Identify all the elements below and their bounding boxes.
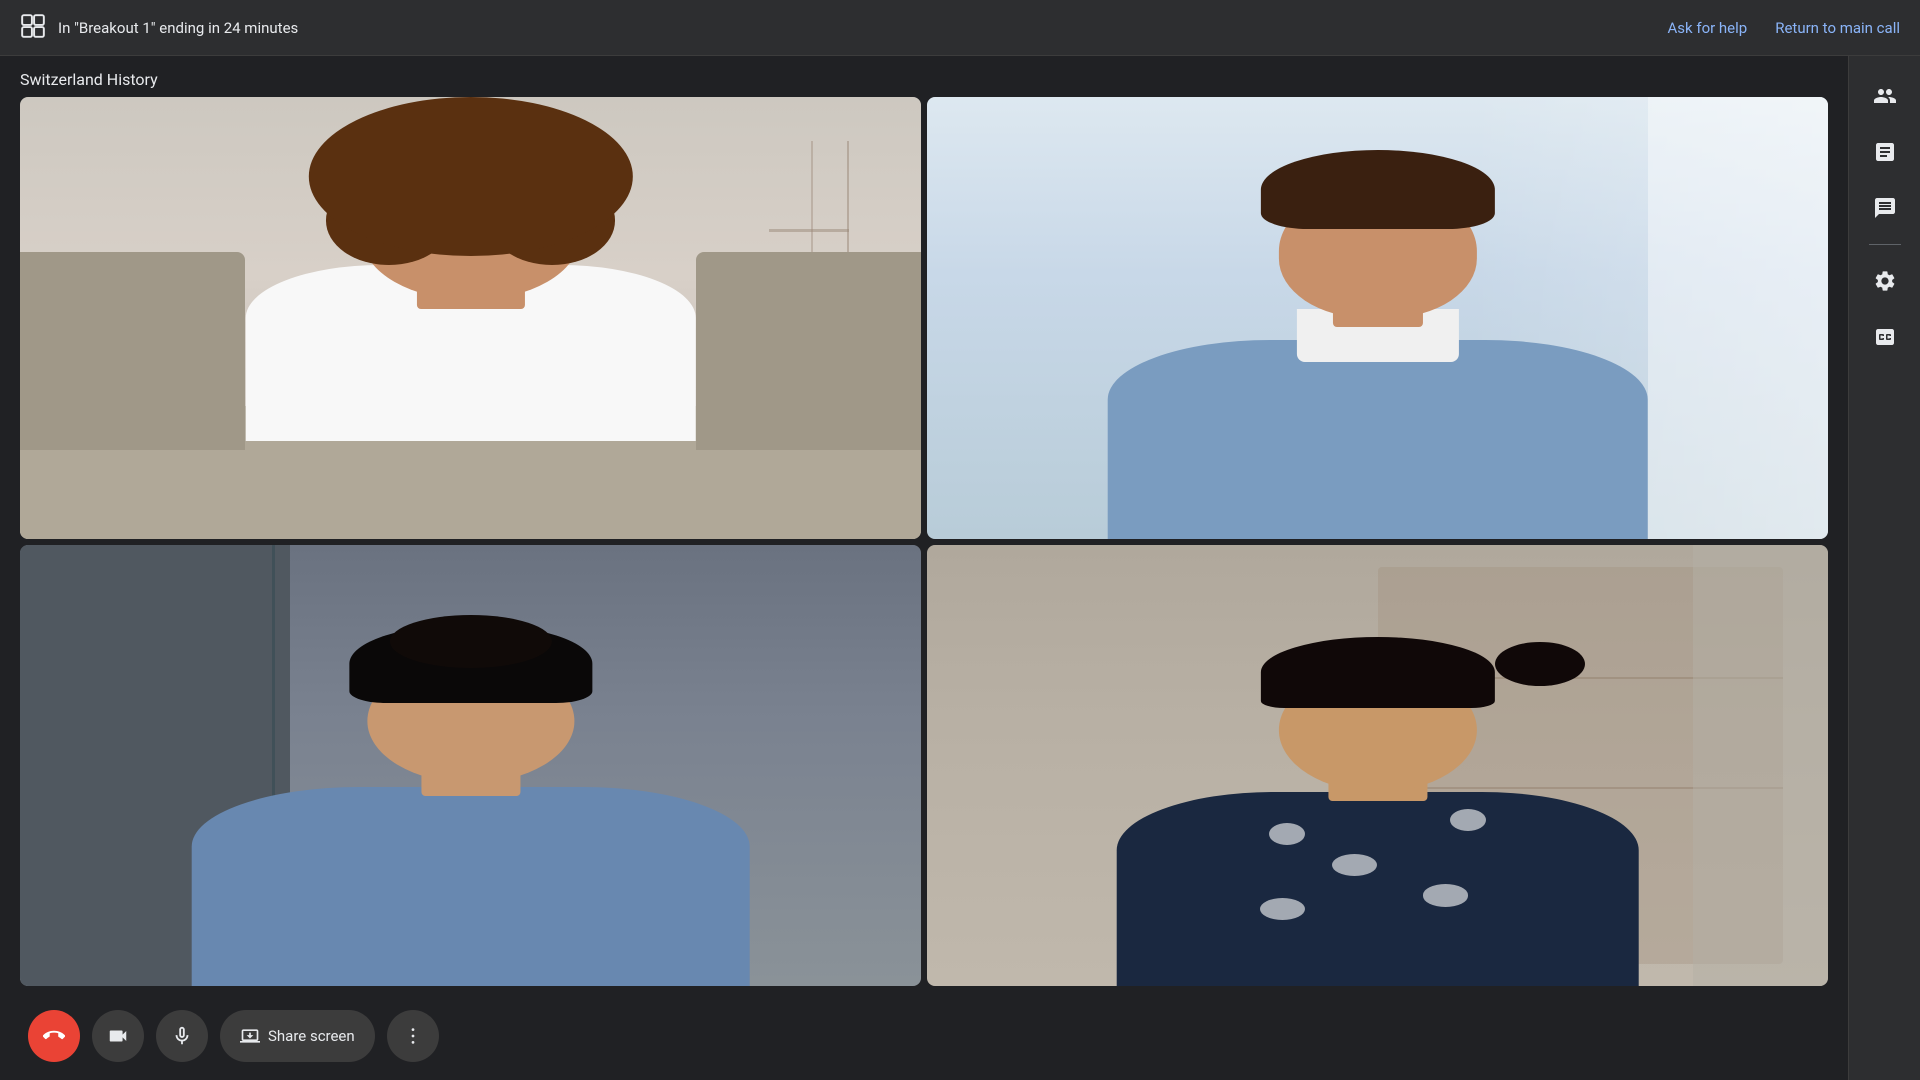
more-options-icon [402,1025,424,1047]
people-icon [1873,84,1897,108]
microphone-button[interactable] [156,1010,208,1062]
video-tile-1 [20,97,921,539]
settings-icon [1873,269,1897,293]
camera-button[interactable] [92,1010,144,1062]
right-sidebar [1848,56,1920,1080]
chat-icon [1873,196,1897,220]
video-grid [0,97,1848,992]
sidebar-chat-button[interactable] [1861,184,1909,232]
sidebar-people-button[interactable] [1861,72,1909,120]
sidebar-captions-button[interactable] [1861,313,1909,361]
share-screen-icon [240,1026,260,1046]
sidebar-divider [1869,244,1901,245]
return-to-main-button[interactable]: Return to main call [1775,19,1900,37]
more-options-button[interactable] [387,1010,439,1062]
notes-icon [1873,140,1897,164]
camera-icon [107,1025,129,1047]
top-bar: In "Breakout 1" ending in 24 minutes Ask… [0,0,1920,56]
ask-for-help-button[interactable]: Ask for help [1668,19,1748,37]
top-bar-actions: Ask for help Return to main call [1668,19,1901,37]
breakout-room-icon [20,13,46,43]
grid-icon [20,13,46,39]
microphone-icon [171,1025,193,1047]
video-tile-3 [20,545,921,987]
sidebar-notes-button[interactable] [1861,128,1909,176]
content-area: Switzerland History [0,56,1848,1080]
meeting-title: Switzerland History [0,56,1848,97]
share-screen-label: Share screen [268,1027,355,1045]
video-tile-2 [927,97,1828,539]
main-area: Switzerland History [0,56,1920,1080]
sidebar-settings-button[interactable] [1861,257,1909,305]
end-call-button[interactable] [28,1010,80,1062]
breakout-status-text: In "Breakout 1" ending in 24 minutes [58,19,1668,37]
captions-icon [1873,325,1897,349]
control-bar: Share screen [0,992,1848,1080]
share-screen-button[interactable]: Share screen [220,1010,375,1062]
end-call-icon [43,1025,65,1047]
video-tile-4 [927,545,1828,987]
